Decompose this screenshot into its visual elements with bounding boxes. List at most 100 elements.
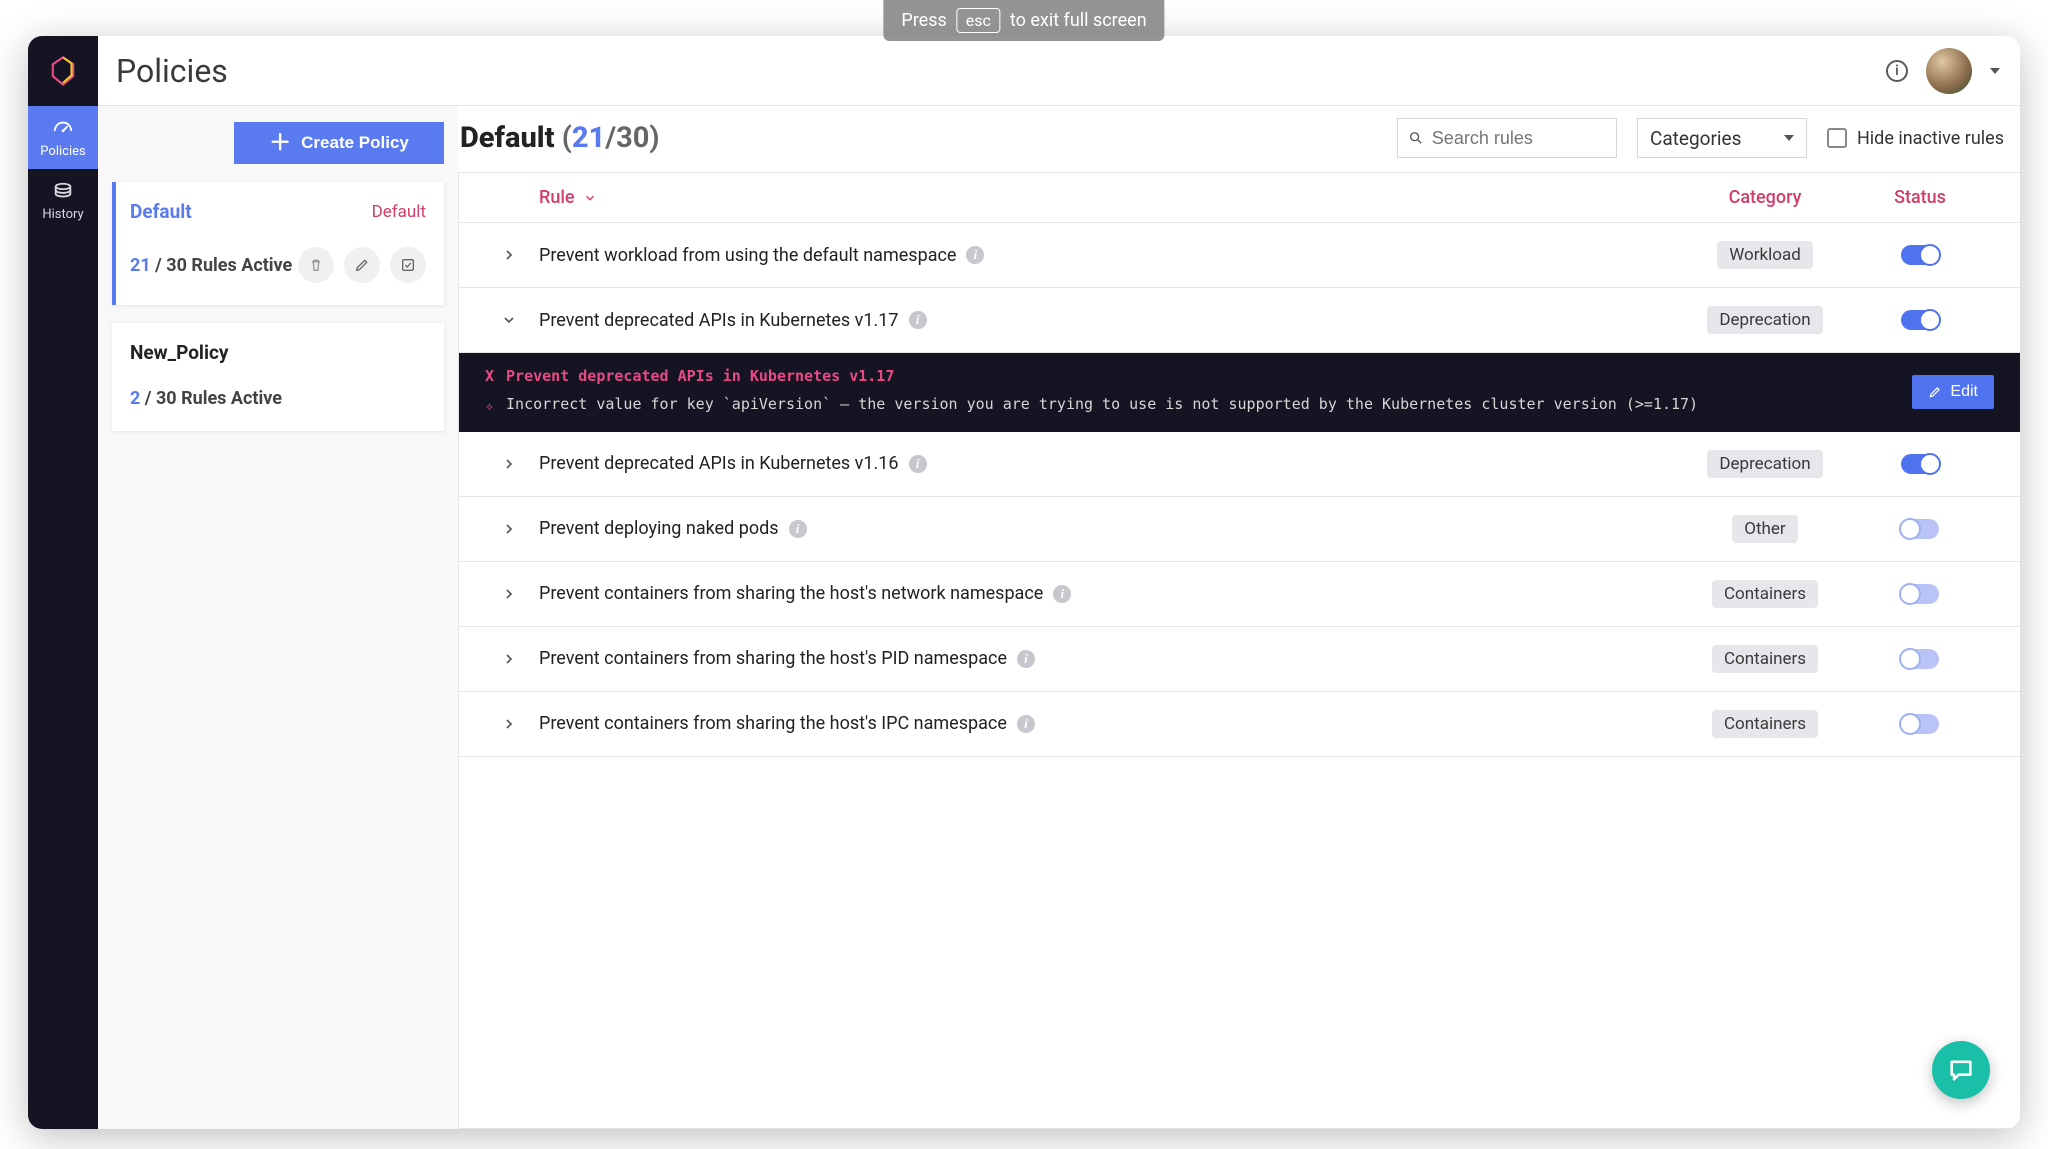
rule-name: Prevent containers from sharing the host… (539, 713, 1680, 734)
rule-status (1850, 519, 1990, 539)
rule-status (1850, 454, 1990, 474)
policy-actions (298, 247, 426, 283)
hide-inactive-label: Hide inactive rules (1857, 128, 2004, 149)
rule-category: Other (1680, 515, 1850, 543)
rule-category: Containers (1680, 580, 1850, 608)
apply-policy-button[interactable] (390, 247, 426, 283)
rule-name: Prevent deploying naked podsi (539, 518, 1680, 539)
chevron-right-icon (501, 651, 517, 667)
rule-name: Prevent deprecated APIs in Kubernetes v1… (539, 310, 1680, 331)
rule-detail-panel: X Prevent deprecated APIs in Kubernetes v… (459, 353, 2020, 432)
table-row: Prevent workload from using the default … (459, 223, 2020, 288)
edit-rule-button[interactable]: Edit (1912, 375, 1994, 409)
info-icon[interactable]: i (1886, 60, 1908, 82)
x-icon: X (485, 367, 494, 385)
page-header: Policies i (98, 36, 2020, 106)
delete-policy-button[interactable] (298, 247, 334, 283)
app-window: Policies History Policies i ＋ (28, 36, 2020, 1129)
avatar[interactable] (1926, 48, 1972, 94)
col-rule[interactable]: Rule (539, 187, 1680, 208)
chevron-down-icon[interactable] (1990, 68, 2000, 74)
table-row: Prevent containers from sharing the host… (459, 627, 2020, 692)
rule-category: Containers (1680, 645, 1850, 673)
plus-icon: ＋ (269, 132, 291, 154)
col-category: Category (1680, 187, 1850, 208)
lightbulb-icon: ✧ (485, 395, 494, 418)
status-toggle[interactable] (1901, 519, 1939, 539)
nav-history-label: History (42, 207, 83, 222)
main-region: Policies i ＋ Create Policy Default Defau… (98, 36, 2020, 1129)
breadcrumb: Default (21/30) (460, 121, 660, 155)
policy-name: Default (130, 200, 192, 223)
policy-card-new[interactable]: New_Policy 2 / 30 Rules Active (112, 323, 444, 431)
table-row: Prevent deploying naked podsiOther (459, 497, 2020, 562)
page-title: Policies (116, 52, 1886, 90)
info-icon[interactable]: i (966, 246, 984, 264)
search-rules-field[interactable] (1432, 128, 1606, 149)
categories-dropdown-label: Categories (1650, 127, 1741, 150)
expand-row-button[interactable] (479, 521, 539, 537)
info-icon[interactable]: i (1017, 650, 1035, 668)
create-policy-button[interactable]: ＋ Create Policy (234, 122, 444, 164)
status-toggle[interactable] (1901, 649, 1939, 669)
status-toggle[interactable] (1901, 714, 1939, 734)
status-toggle[interactable] (1901, 454, 1939, 474)
side-nav: Policies History (28, 36, 98, 1129)
status-toggle[interactable] (1901, 310, 1939, 330)
nav-history[interactable]: History (28, 169, 98, 232)
table-row: Prevent containers from sharing the host… (459, 692, 2020, 757)
rule-status (1850, 584, 1990, 604)
info-icon[interactable]: i (1017, 715, 1035, 733)
nav-policies[interactable]: Policies (28, 106, 98, 169)
nav-policies-label: Policies (40, 144, 85, 159)
trash-icon (308, 257, 324, 273)
table-header: Rule Category Status (459, 173, 2020, 223)
table-row: Prevent containers from sharing the host… (459, 562, 2020, 627)
info-icon[interactable]: i (909, 311, 927, 329)
chevron-down-icon (501, 312, 517, 328)
hide-inactive-toggle[interactable]: Hide inactive rules (1827, 128, 2004, 149)
search-icon (1408, 129, 1424, 147)
expand-row-button[interactable] (479, 586, 539, 602)
info-icon[interactable]: i (1053, 585, 1071, 603)
pencil-icon (354, 257, 370, 273)
info-icon[interactable]: i (909, 455, 927, 473)
gauge-icon (50, 118, 76, 140)
detail-title: Prevent deprecated APIs in Kubernetes v1… (506, 367, 894, 385)
status-toggle[interactable] (1901, 584, 1939, 604)
chevron-right-icon (501, 586, 517, 602)
expand-row-button[interactable] (479, 716, 539, 732)
app-logo[interactable] (28, 36, 98, 106)
esc-hint-after: to exit full screen (1010, 10, 1147, 31)
policy-rule-count: 21 / 30 Rules Active (130, 255, 292, 276)
info-icon[interactable]: i (789, 520, 807, 538)
expand-row-button[interactable] (479, 651, 539, 667)
expand-row-button[interactable] (479, 456, 539, 472)
rule-status (1850, 310, 1990, 330)
pencil-icon (1928, 385, 1942, 399)
chevron-right-icon (501, 456, 517, 472)
fullscreen-esc-hint: Press esc to exit full screen (883, 0, 1164, 41)
chat-fab[interactable] (1932, 1041, 1990, 1099)
content-toolbar: Default (21/30) Categories Hide in (458, 118, 2020, 172)
chevron-down-icon (1784, 135, 1794, 141)
expand-row-button[interactable] (479, 247, 539, 263)
categories-dropdown[interactable]: Categories (1637, 118, 1807, 158)
search-rules-input[interactable] (1397, 118, 1617, 158)
expand-row-button[interactable] (479, 312, 539, 328)
status-toggle[interactable] (1901, 245, 1939, 265)
rules-content: Default (21/30) Categories Hide in (458, 106, 2020, 1129)
rule-name: Prevent containers from sharing the host… (539, 583, 1680, 604)
esc-hint-before: Press (901, 10, 946, 31)
chevron-right-icon (501, 716, 517, 732)
rule-category: Workload (1680, 241, 1850, 269)
rules-table: Rule Category Status Prevent workload fr… (458, 172, 2020, 1129)
policy-default-badge: Default (372, 202, 426, 222)
rule-status (1850, 245, 1990, 265)
body-region: ＋ Create Policy Default Default 21 / 30 … (98, 106, 2020, 1129)
edit-policy-button[interactable] (344, 247, 380, 283)
rule-category: Deprecation (1680, 450, 1850, 478)
chevron-right-icon (501, 521, 517, 537)
policy-card-default[interactable]: Default Default 21 / 30 Rules Active (112, 182, 444, 305)
chevron-down-icon (583, 191, 597, 205)
